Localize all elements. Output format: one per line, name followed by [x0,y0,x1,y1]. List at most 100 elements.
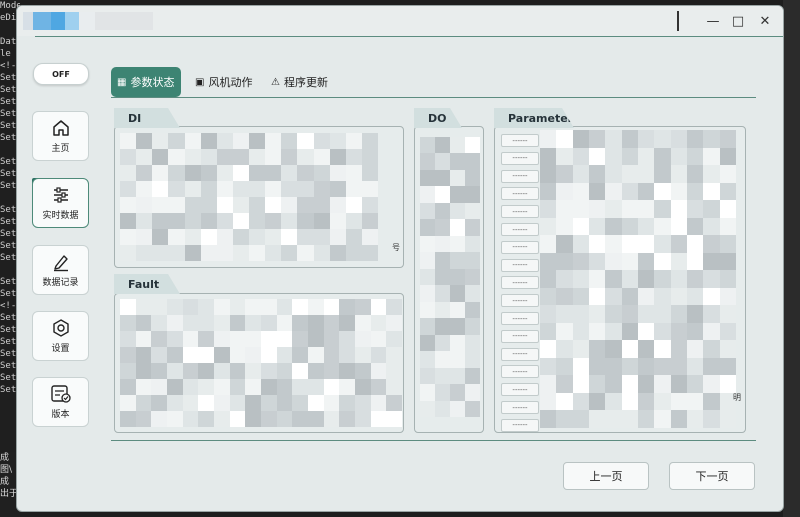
blurred-cell [638,305,655,323]
blurred-cell [339,395,355,411]
blurred-cell [167,331,183,347]
blurred-cell [245,331,261,347]
blurred-cell [355,331,371,347]
blurred-cell [687,235,704,253]
blurred-cell [168,213,185,229]
blurred-cell [168,197,185,213]
blurred-cell [540,287,557,306]
blurred-cell [540,217,557,236]
blurred-cell [168,165,185,181]
blurred-cell [465,400,480,417]
blurred-cell [313,149,330,165]
fault-panel [114,293,404,433]
blurred-cell [120,245,137,261]
blurred-cell [540,200,557,218]
nav-settings-label: 设置 [51,344,70,354]
power-toggle[interactable]: OFF [33,63,89,85]
blurred-cell [670,147,687,166]
blurred-cell [450,334,465,352]
blurred-cell [214,331,230,347]
blurred-cell [435,153,450,170]
blurred-cell [719,235,736,253]
nav-home-button[interactable]: 主页 [32,111,89,161]
blurred-cell [621,235,638,253]
blurred-cell [261,347,277,363]
blurred-cell [120,133,137,149]
blurred-cell [605,270,622,288]
title-bar: — □ ✕ [17,6,783,36]
maximize-icon[interactable]: □ [728,12,748,30]
blurred-cell [670,340,687,358]
blurred-cell [297,165,314,181]
di-panel-title: DI [114,108,180,128]
blurred-cell [465,301,480,319]
blurred-cell [261,331,277,347]
blurred-cell [420,153,435,170]
blurred-cell [229,411,246,427]
blurred-cell [589,270,606,288]
blurred-cell [182,379,199,395]
blurred-cell [556,165,573,183]
blurred-cell [120,149,137,165]
blurred-cell [313,133,330,149]
blurred-cell [589,165,606,183]
blurred-cell [198,299,214,315]
nav-realtime-button[interactable]: 实时数据 [32,178,89,228]
blurred-cell [719,147,736,166]
blurred-cell [572,182,589,201]
blurred-cell [465,137,480,154]
blurred-cell [229,363,246,379]
blurred-cell [214,315,230,331]
nav-records-button[interactable]: 数据记录 [32,245,89,295]
blurred-cell [556,322,573,341]
nav-settings-button[interactable]: 设置 [32,311,89,361]
blurred-cell [214,411,230,427]
blurred-cell [386,347,402,363]
blurred-cell [572,217,589,236]
blurred-cell [638,217,655,236]
blurred-cell [719,130,736,148]
blurred-cell [687,410,704,428]
close-icon[interactable]: ✕ [755,12,775,30]
blurred-cell [687,305,704,323]
nav-version-button[interactable]: 版本 [32,377,89,427]
parameter-row-label: ------ [501,329,539,343]
blurred-cell [556,235,573,253]
blurred-cell [420,351,435,368]
blurred-cell [168,133,185,149]
blurred-cell [120,363,136,379]
tab-fan-action[interactable]: ▣ 风机动作 [195,67,252,97]
blurred-cell [249,213,266,229]
blurred-cell [276,347,293,363]
parameter-row-label: ------ [501,258,539,272]
parameter-row-label: ------ [501,365,539,379]
blurred-cell [540,392,557,411]
blurred-cell [465,252,480,269]
next-page-button[interactable]: 下一页 [669,462,755,490]
tab-program-update[interactable]: ⚠ 程序更新 [271,67,328,97]
blurred-cell [540,270,557,288]
blurred-cell [281,229,298,245]
blurred-cell [703,322,720,341]
blurred-cell [216,165,233,181]
prev-page-button[interactable]: 上一页 [563,462,649,490]
blurred-cell [216,213,233,229]
blurred-cell [703,252,720,271]
blurred-cell [276,331,293,347]
tab-parameter-status[interactable]: ▦ 参数状态 [111,67,181,97]
do-panel-title: DO [414,108,462,128]
minimize-icon[interactable]: — [703,12,723,30]
blurred-cell [216,181,233,197]
blurred-cell [200,213,217,229]
parameter-row-label: ------ [501,401,539,414]
blurred-cell [313,229,330,245]
blurred-cell [345,245,362,261]
blurred-cell [339,411,355,427]
blurred-cell [572,322,589,341]
blurred-cell [370,379,387,395]
blurred-cell [420,367,435,385]
blurred-cell [572,375,589,393]
parameter-panel-title: Parameter [494,108,574,128]
blurred-cell [703,200,720,218]
blurred-cell [719,252,736,271]
